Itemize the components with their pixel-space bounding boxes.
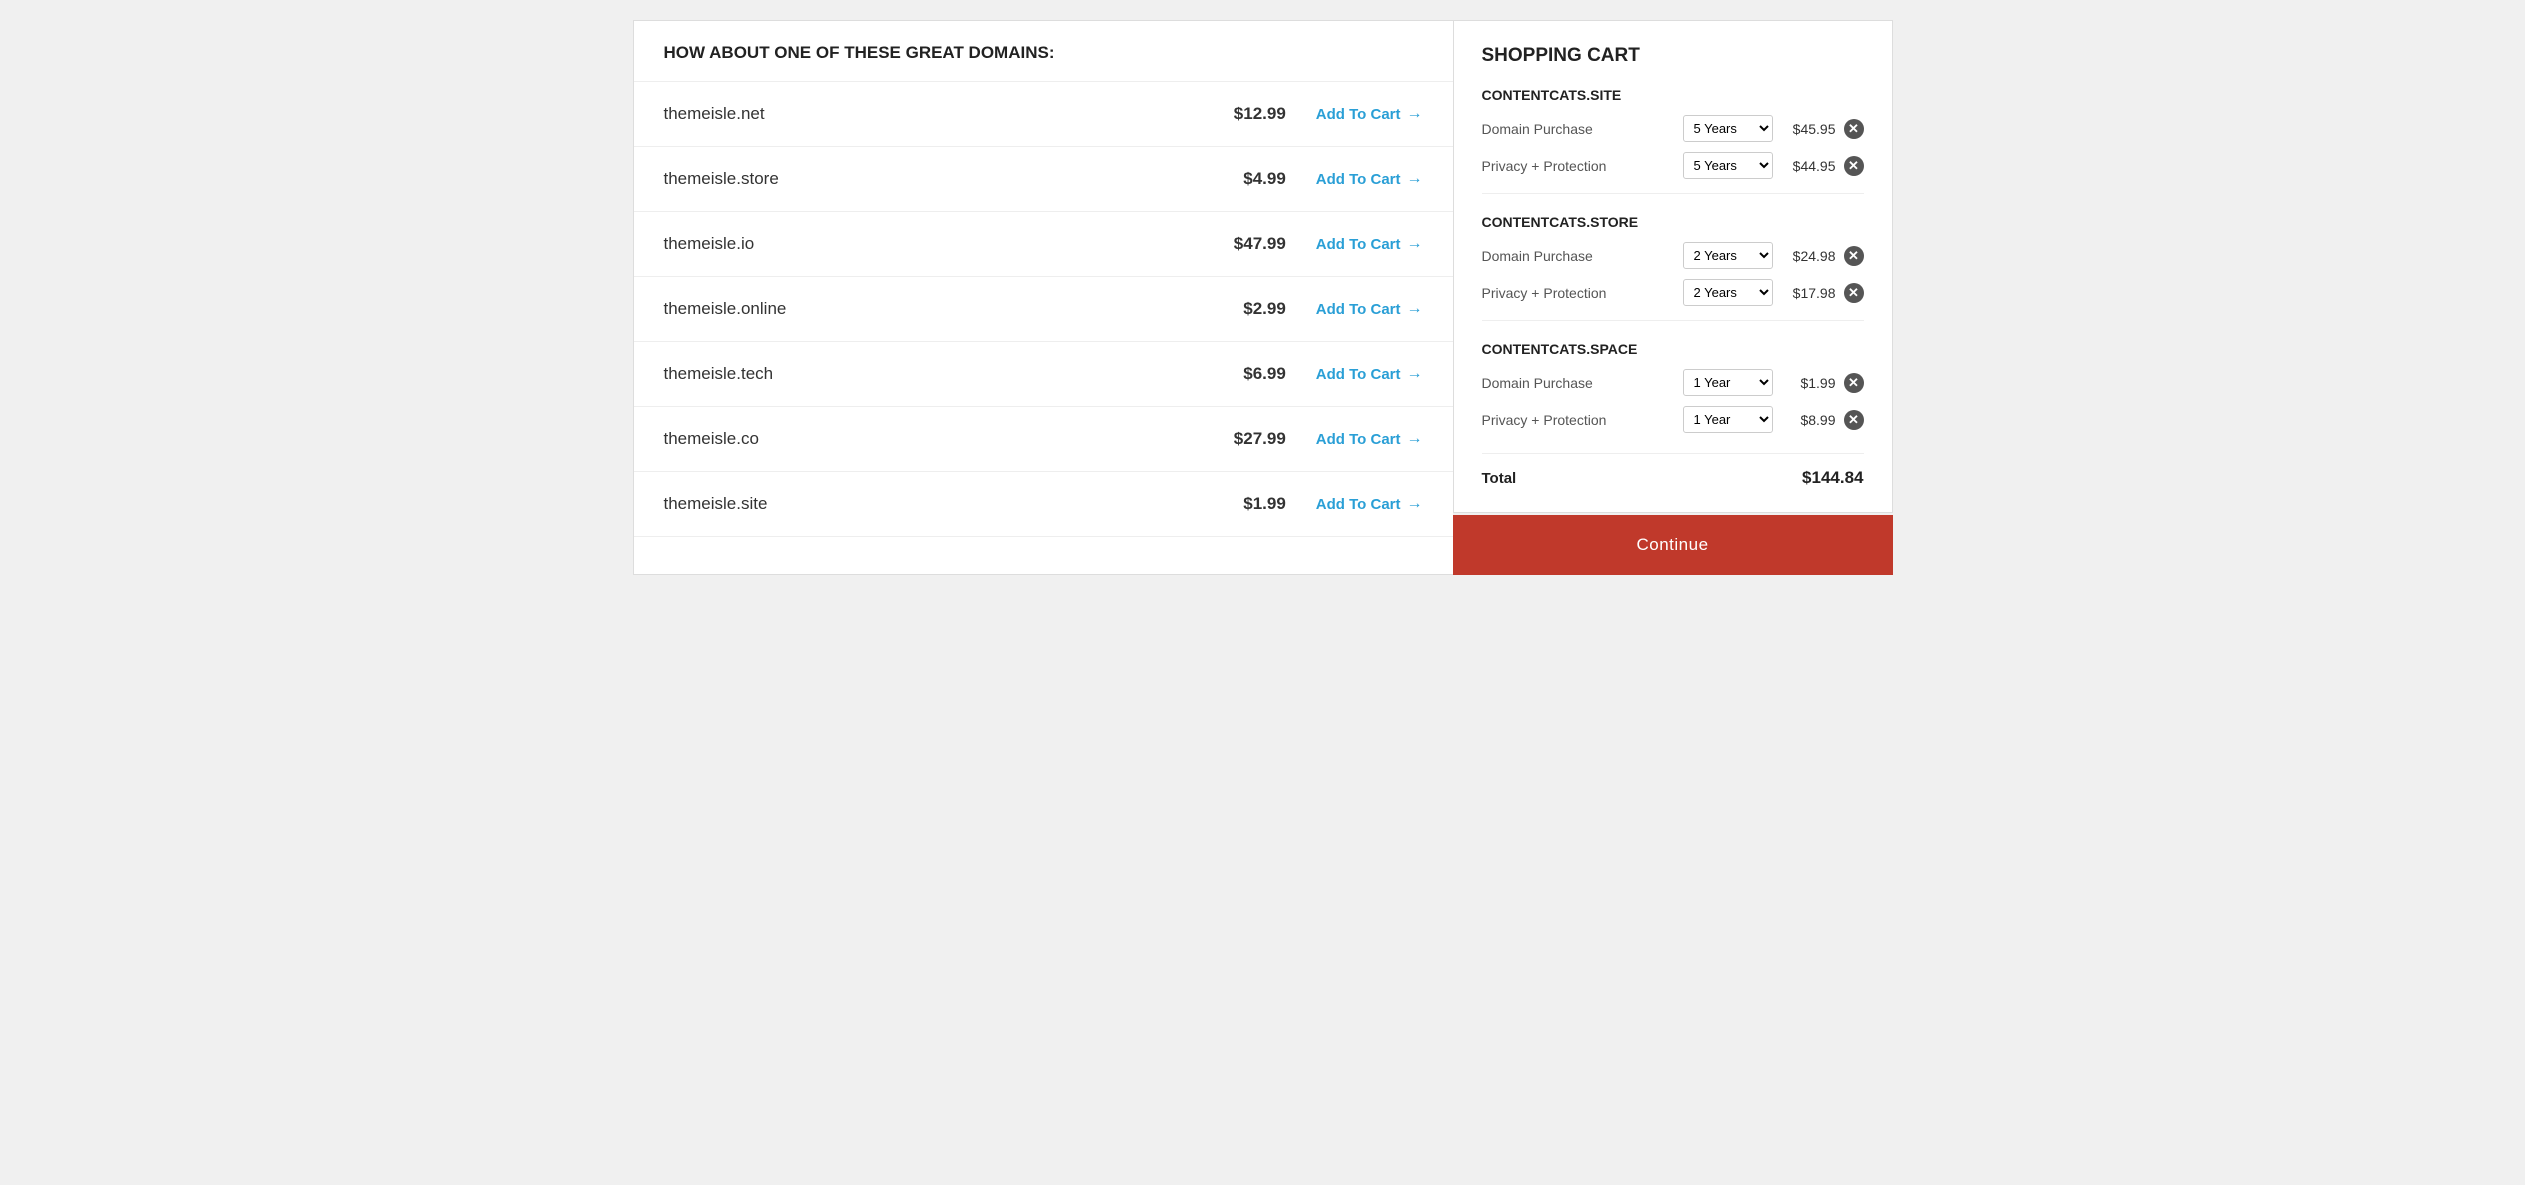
domain-price: $6.99 [1206,364,1286,384]
domain-name: themeisle.net [664,104,1206,124]
cart-total-row: Total $144.84 [1482,468,1864,488]
add-to-cart-button[interactable]: Add To Cart → [1316,300,1423,318]
arrow-icon: → [1407,105,1423,123]
cart-section-title: CONTENTCATS.STORE [1482,214,1864,230]
cart-item-right: 1 Year2 Years3 Years4 Years5 Years $45.95… [1683,115,1864,142]
cart-item-label: Privacy + Protection [1482,158,1612,174]
cart-section: CONTENTCATS.SITE Domain Purchase 1 Year2 Y… [1482,87,1864,194]
cart-item-row: Domain Purchase 1 Year2 Years3 Years4 Yea… [1482,369,1864,396]
cart-item-label: Privacy + Protection [1482,412,1612,428]
cart-item-price: $24.98 [1781,248,1836,264]
cart-total-price: $144.84 [1802,468,1863,488]
domain-price: $12.99 [1206,104,1286,124]
cart-section: CONTENTCATS.SPACE Domain Purchase 1 Year2 … [1482,341,1864,433]
cart-item-right: 1 Year2 Years3 Years4 Years5 Years $8.99 ✕ [1683,406,1864,433]
add-to-cart-button[interactable]: Add To Cart → [1316,105,1423,123]
add-to-cart-button[interactable]: Add To Cart → [1316,430,1423,448]
cart-item-price: $45.95 [1781,121,1836,137]
cart-item-row: Privacy + Protection 1 Year2 Years3 Years… [1482,279,1864,306]
add-to-cart-label: Add To Cart [1316,171,1401,188]
domain-price: $47.99 [1206,234,1286,254]
cart-total-label: Total [1482,470,1517,487]
remove-item-button[interactable]: ✕ [1844,373,1864,393]
year-select[interactable]: 1 Year2 Years3 Years4 Years5 Years [1683,406,1773,433]
cart-item-label: Domain Purchase [1482,375,1612,391]
arrow-icon: → [1407,235,1423,253]
domain-price: $4.99 [1206,169,1286,189]
cart-section-title: CONTENTCATS.SPACE [1482,341,1864,357]
domain-name: themeisle.online [664,299,1206,319]
cart-item-right: 1 Year2 Years3 Years4 Years5 Years $1.99 ✕ [1683,369,1864,396]
add-to-cart-label: Add To Cart [1316,301,1401,318]
year-select[interactable]: 1 Year2 Years3 Years4 Years5 Years [1683,152,1773,179]
domain-row: themeisle.site$1.99 Add To Cart → [634,472,1453,537]
add-to-cart-button[interactable]: Add To Cart → [1316,170,1423,188]
section-divider [1482,320,1864,321]
domain-name: themeisle.tech [664,364,1206,384]
cart-title: SHOPPING CART [1482,45,1864,67]
domain-row: themeisle.online$2.99 Add To Cart → [634,277,1453,342]
add-to-cart-button[interactable]: Add To Cart → [1316,495,1423,513]
domain-name: themeisle.site [664,494,1206,514]
add-to-cart-label: Add To Cart [1316,496,1401,513]
domains-list: themeisle.net$12.99Add To Cart →themeisl… [634,82,1453,537]
cart-item-price: $17.98 [1781,285,1836,301]
cart-item-price: $44.95 [1781,158,1836,174]
add-to-cart-label: Add To Cart [1316,366,1401,383]
domains-panel: HOW ABOUT ONE OF THESE GREAT DOMAINS: th… [633,20,1453,575]
domain-row: themeisle.net$12.99 Add To Cart → [634,82,1453,147]
domain-price: $27.99 [1206,429,1286,449]
domain-name: themeisle.store [664,169,1206,189]
arrow-icon: → [1407,495,1423,513]
domain-price: $2.99 [1206,299,1286,319]
arrow-icon: → [1407,170,1423,188]
add-to-cart-label: Add To Cart [1316,431,1401,448]
year-select[interactable]: 1 Year2 Years3 Years4 Years5 Years [1683,242,1773,269]
domain-row: themeisle.tech$6.99 Add To Cart → [634,342,1453,407]
arrow-icon: → [1407,365,1423,383]
add-to-cart-label: Add To Cart [1316,106,1401,123]
arrow-icon: → [1407,430,1423,448]
remove-item-button[interactable]: ✕ [1844,119,1864,139]
main-container: HOW ABOUT ONE OF THESE GREAT DOMAINS: th… [633,20,1893,575]
domain-row: themeisle.co$27.99 Add To Cart → [634,407,1453,472]
cart-item-row: Privacy + Protection 1 Year2 Years3 Years… [1482,152,1864,179]
domain-row: themeisle.store$4.99 Add To Cart → [634,147,1453,212]
year-select[interactable]: 1 Year2 Years3 Years4 Years5 Years [1683,279,1773,306]
arrow-icon: → [1407,300,1423,318]
year-select[interactable]: 1 Year2 Years3 Years4 Years5 Years [1683,369,1773,396]
domain-name: themeisle.co [664,429,1206,449]
remove-item-button[interactable]: ✕ [1844,283,1864,303]
cart-item-right: 1 Year2 Years3 Years4 Years5 Years $24.98… [1683,242,1864,269]
section-divider [1482,193,1864,194]
cart-section-title: CONTENTCATS.SITE [1482,87,1864,103]
cart-item-row: Domain Purchase 1 Year2 Years3 Years4 Yea… [1482,115,1864,142]
domains-header: HOW ABOUT ONE OF THESE GREAT DOMAINS: [634,21,1453,82]
domain-row: themeisle.io$47.99 Add To Cart → [634,212,1453,277]
cart-panel: SHOPPING CART CONTENTCATS.SITE Domain Pur… [1453,20,1893,575]
cart-item-price: $1.99 [1781,375,1836,391]
cart-box: SHOPPING CART CONTENTCATS.SITE Domain Pur… [1453,20,1893,513]
cart-item-row: Privacy + Protection 1 Year2 Years3 Years… [1482,406,1864,433]
cart-item-label: Domain Purchase [1482,121,1612,137]
cart-item-label: Domain Purchase [1482,248,1612,264]
cart-item-right: 1 Year2 Years3 Years4 Years5 Years $44.95… [1683,152,1864,179]
cart-item-label: Privacy + Protection [1482,285,1612,301]
cart-divider [1482,453,1864,454]
cart-section: CONTENTCATS.STORE Domain Purchase 1 Year2 … [1482,214,1864,321]
remove-item-button[interactable]: ✕ [1844,410,1864,430]
domain-price: $1.99 [1206,494,1286,514]
continue-button[interactable]: Continue [1453,515,1893,575]
cart-sections: CONTENTCATS.SITE Domain Purchase 1 Year2 Y… [1482,87,1864,433]
add-to-cart-label: Add To Cart [1316,236,1401,253]
cart-item-row: Domain Purchase 1 Year2 Years3 Years4 Yea… [1482,242,1864,269]
remove-item-button[interactable]: ✕ [1844,246,1864,266]
add-to-cart-button[interactable]: Add To Cart → [1316,365,1423,383]
domain-name: themeisle.io [664,234,1206,254]
cart-item-price: $8.99 [1781,412,1836,428]
add-to-cart-button[interactable]: Add To Cart → [1316,235,1423,253]
year-select[interactable]: 1 Year2 Years3 Years4 Years5 Years [1683,115,1773,142]
cart-item-right: 1 Year2 Years3 Years4 Years5 Years $17.98… [1683,279,1864,306]
remove-item-button[interactable]: ✕ [1844,156,1864,176]
